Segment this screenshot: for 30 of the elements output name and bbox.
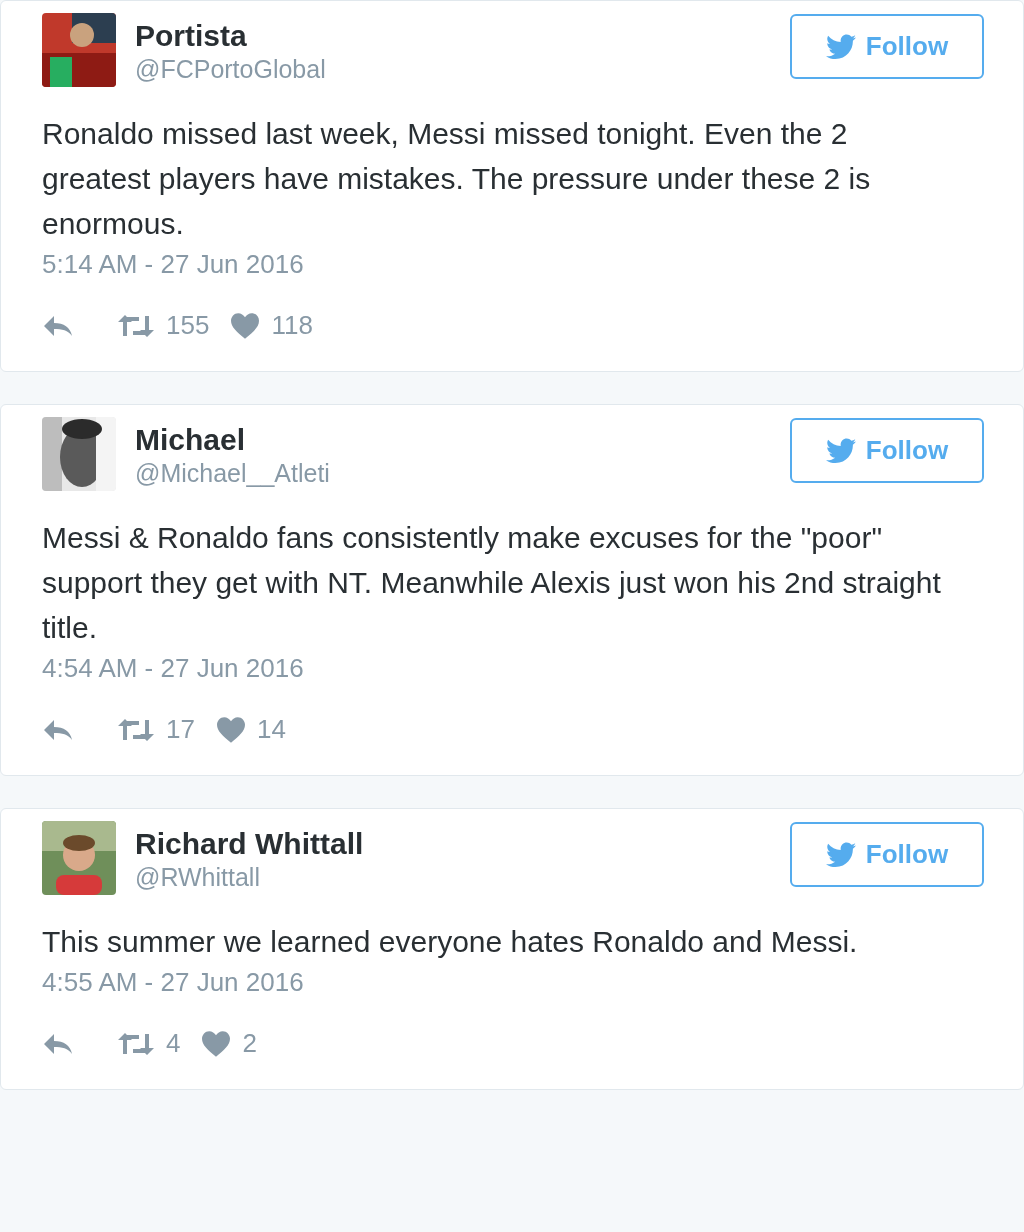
heart-icon[interactable] (202, 1030, 231, 1057)
user-handle[interactable]: @Michael__Atleti (135, 457, 330, 489)
timestamp[interactable]: 4:54 AM - 27 Jun 2016 (42, 652, 304, 684)
like-count: 14 (256, 713, 286, 746)
user-name[interactable]: Portista (135, 19, 247, 53)
retweet-count: 17 (166, 713, 195, 746)
tweet-text: Ronaldo missed last week, Messi missed tonight. Even the 2 greatest players have mistakes. The pressure under these 2 is enormous. (42, 116, 872, 242)
bird-icon (825, 841, 856, 868)
like-count: 2 (242, 1027, 257, 1060)
timestamp[interactable]: 4:55 AM - 27 Jun 2016 (42, 966, 304, 998)
retweet-count: 4 (166, 1027, 181, 1060)
follow-button[interactable]: Follow (790, 822, 984, 887)
user-handle[interactable]: @RWhittall (135, 861, 260, 893)
timestamp[interactable]: 5:14 AM - 27 Jun 2016 (42, 248, 304, 280)
like-count: 118 (271, 309, 313, 342)
retweet-count: 155 (166, 309, 210, 342)
user-handle[interactable]: @FCPortoGlobal (135, 53, 326, 85)
heart-icon[interactable] (231, 312, 260, 339)
user-name[interactable]: Michael (135, 423, 246, 457)
retweet-icon[interactable] (118, 313, 154, 338)
tweet-text: Messi & Ronaldo fans consistently make excuses for the "poor" support they get with NT. Meanwhile Alexis just won his 2nd straight title. (42, 520, 942, 646)
tweet-text: This summer we learned everyone hates Ronaldo and Messi. (42, 924, 859, 960)
bird-icon (825, 33, 856, 60)
follow-button[interactable]: Follow (790, 14, 984, 79)
retweet-icon[interactable] (118, 717, 154, 742)
retweet-icon[interactable] (118, 1031, 154, 1056)
bird-icon (825, 437, 856, 464)
heart-icon[interactable] (216, 716, 245, 743)
follow-button[interactable]: Follow (790, 418, 984, 483)
user-name[interactable]: Richard Whittall (135, 827, 364, 861)
